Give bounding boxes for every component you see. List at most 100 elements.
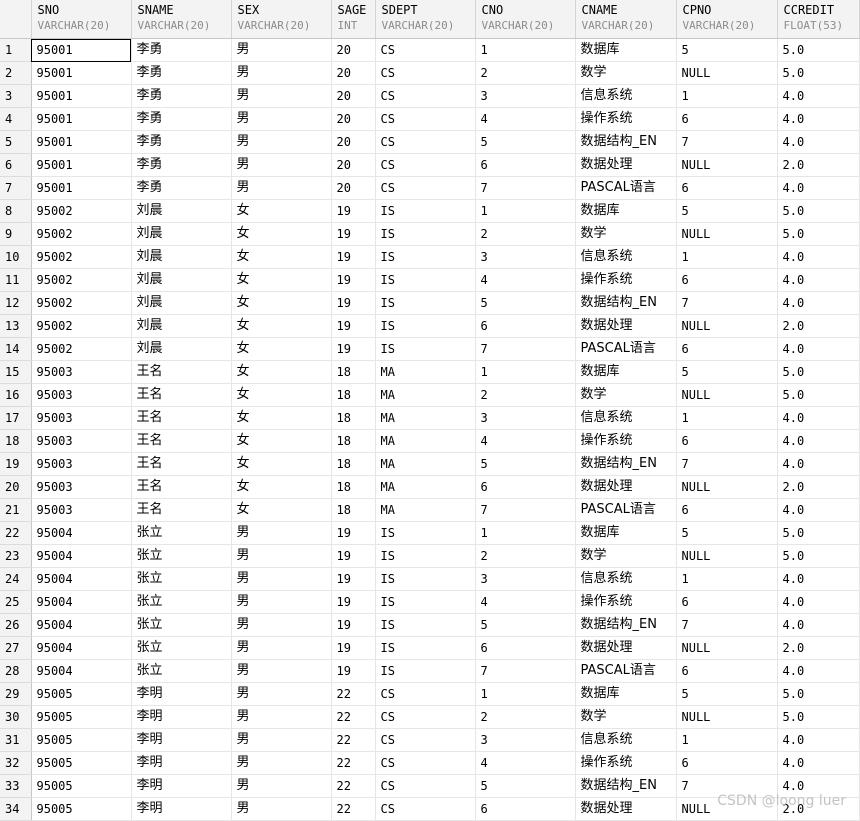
cell-sage[interactable]: 18 xyxy=(331,475,376,499)
cell-sage[interactable]: 22 xyxy=(331,774,376,798)
cell-sname[interactable]: 张立 xyxy=(131,544,232,568)
cell-sno[interactable]: 95005 xyxy=(31,728,132,752)
cell-cno[interactable]: 5 xyxy=(475,291,576,315)
cell-sex[interactable]: 男 xyxy=(231,38,332,62)
cell-ccredit[interactable]: 2.0 xyxy=(777,636,860,660)
cell-cpno[interactable]: 5 xyxy=(676,521,778,545)
cell-sname[interactable]: 李明 xyxy=(131,797,232,821)
cell-cname[interactable]: PASCAL语言 xyxy=(575,498,677,522)
cell-ccredit[interactable]: 5.0 xyxy=(777,682,860,706)
row-number[interactable]: 12 xyxy=(0,291,32,315)
table-row[interactable]: 2 95001 李勇男 20 CS 2 数学 NULL 5.0 xyxy=(0,61,860,85)
cell-sno[interactable]: 95003 xyxy=(31,475,132,499)
table-row[interactable]: 20 95003 王名女 18 MA 6 数据处理 NULL 2.0 xyxy=(0,475,860,499)
cell-sno[interactable]: 95003 xyxy=(31,360,132,384)
cell-ccredit[interactable]: 4.0 xyxy=(777,245,860,269)
cell-ccredit[interactable]: 5.0 xyxy=(777,38,860,62)
row-number[interactable]: 6 xyxy=(0,153,32,177)
cell-sage[interactable]: 18 xyxy=(331,452,376,476)
cell-cno[interactable]: 7 xyxy=(475,659,576,683)
cell-cpno[interactable]: NULL xyxy=(676,61,778,85)
column-header-sname[interactable]: SNAME VARCHAR(20) xyxy=(131,0,232,39)
cell-sname[interactable]: 李明 xyxy=(131,751,232,775)
cell-sname[interactable]: 李勇 xyxy=(131,153,232,177)
cell-sex[interactable]: 男 xyxy=(231,728,332,752)
cell-ccredit[interactable]: 2.0 xyxy=(777,475,860,499)
cell-cname[interactable]: 数据处理 xyxy=(575,797,677,821)
cell-cname[interactable]: PASCAL语言 xyxy=(575,659,677,683)
cell-cpno[interactable]: NULL xyxy=(676,705,778,729)
cell-cno[interactable]: 3 xyxy=(475,245,576,269)
cell-cno[interactable]: 3 xyxy=(475,406,576,430)
cell-sname[interactable]: 李明 xyxy=(131,728,232,752)
cell-cname[interactable]: 信息系统 xyxy=(575,567,677,591)
cell-cpno[interactable]: 6 xyxy=(676,590,778,614)
table-row[interactable]: 7 95001 李勇男 20 CS 7 PASCAL语言 6 4.0 xyxy=(0,176,860,200)
cell-ccredit[interactable]: 4.0 xyxy=(777,176,860,200)
cell-sno[interactable]: 95001 xyxy=(31,107,132,131)
cell-cpno[interactable]: 6 xyxy=(676,751,778,775)
column-header-sdept[interactable]: SDEPT VARCHAR(20) xyxy=(375,0,476,39)
cell-sno[interactable]: 95003 xyxy=(31,429,132,453)
table-row[interactable]: 3 95001 李勇男 20 CS 3 信息系统 1 4.0 xyxy=(0,84,860,108)
cell-cno[interactable]: 6 xyxy=(475,475,576,499)
cell-cno[interactable]: 4 xyxy=(475,590,576,614)
table-row[interactable]: 4 95001 李勇男 20 CS 4 操作系统 6 4.0 xyxy=(0,107,860,131)
cell-sex[interactable]: 男 xyxy=(231,107,332,131)
cell-cpno[interactable]: NULL xyxy=(676,544,778,568)
cell-cpno[interactable]: 6 xyxy=(676,107,778,131)
cell-cpno[interactable]: 5 xyxy=(676,682,778,706)
cell-sex[interactable]: 男 xyxy=(231,751,332,775)
row-number[interactable]: 13 xyxy=(0,314,32,338)
cell-sdept[interactable]: MA xyxy=(375,429,476,453)
cell-cname[interactable]: 数据结构_EN xyxy=(575,130,677,154)
cell-sage[interactable]: 19 xyxy=(331,613,376,637)
table-row[interactable]: 25 95004 张立男 19 IS 4 操作系统 6 4.0 xyxy=(0,590,860,614)
cell-cno[interactable]: 6 xyxy=(475,797,576,821)
cell-sdept[interactable]: CS xyxy=(375,751,476,775)
row-number[interactable]: 9 xyxy=(0,222,32,246)
cell-sdept[interactable]: IS xyxy=(375,544,476,568)
cell-sage[interactable]: 20 xyxy=(331,176,376,200)
cell-sno[interactable]: 95005 xyxy=(31,705,132,729)
cell-cname[interactable]: 数学 xyxy=(575,705,677,729)
cell-sdept[interactable]: IS xyxy=(375,590,476,614)
column-header-cname[interactable]: CNAME VARCHAR(20) xyxy=(575,0,677,39)
cell-cname[interactable]: 数据处理 xyxy=(575,314,677,338)
cell-sdept[interactable]: MA xyxy=(375,360,476,384)
cell-sdept[interactable]: IS xyxy=(375,337,476,361)
cell-sno[interactable]: 95002 xyxy=(31,314,132,338)
table-row[interactable]: 16 95003 王名女 18 MA 2 数学 NULL 5.0 xyxy=(0,383,860,407)
cell-sex[interactable]: 男 xyxy=(231,797,332,821)
table-row[interactable]: 30 95005 李明男 22 CS 2 数学 NULL 5.0 xyxy=(0,705,860,729)
cell-sdept[interactable]: IS xyxy=(375,314,476,338)
cell-sex[interactable]: 女 xyxy=(231,406,332,430)
cell-sex[interactable]: 女 xyxy=(231,314,332,338)
cell-sno[interactable]: 95005 xyxy=(31,751,132,775)
cell-cname[interactable]: 数据处理 xyxy=(575,636,677,660)
cell-cpno[interactable]: 5 xyxy=(676,38,778,62)
cell-ccredit[interactable]: 4.0 xyxy=(777,268,860,292)
cell-sno[interactable]: 95004 xyxy=(31,659,132,683)
cell-sage[interactable]: 19 xyxy=(331,636,376,660)
cell-sname[interactable]: 张立 xyxy=(131,613,232,637)
cell-sage[interactable]: 20 xyxy=(331,38,376,62)
cell-sname[interactable]: 王名 xyxy=(131,498,232,522)
cell-cpno[interactable]: 6 xyxy=(676,268,778,292)
cell-sex[interactable]: 男 xyxy=(231,153,332,177)
cell-sname[interactable]: 刘晨 xyxy=(131,337,232,361)
cell-cno[interactable]: 7 xyxy=(475,176,576,200)
cell-sname[interactable]: 李勇 xyxy=(131,61,232,85)
cell-cname[interactable]: 数据结构_EN xyxy=(575,774,677,798)
cell-sage[interactable]: 19 xyxy=(331,544,376,568)
cell-ccredit[interactable]: 4.0 xyxy=(777,429,860,453)
cell-sex[interactable]: 男 xyxy=(231,659,332,683)
cell-sdept[interactable]: IS xyxy=(375,659,476,683)
cell-cno[interactable]: 3 xyxy=(475,728,576,752)
cell-sdept[interactable]: IS xyxy=(375,268,476,292)
cell-cname[interactable]: 数据处理 xyxy=(575,475,677,499)
cell-cname[interactable]: 操作系统 xyxy=(575,268,677,292)
cell-sage[interactable]: 19 xyxy=(331,521,376,545)
table-row[interactable]: 29 95005 李明男 22 CS 1 数据库 5 5.0 xyxy=(0,682,860,706)
cell-sage[interactable]: 22 xyxy=(331,682,376,706)
